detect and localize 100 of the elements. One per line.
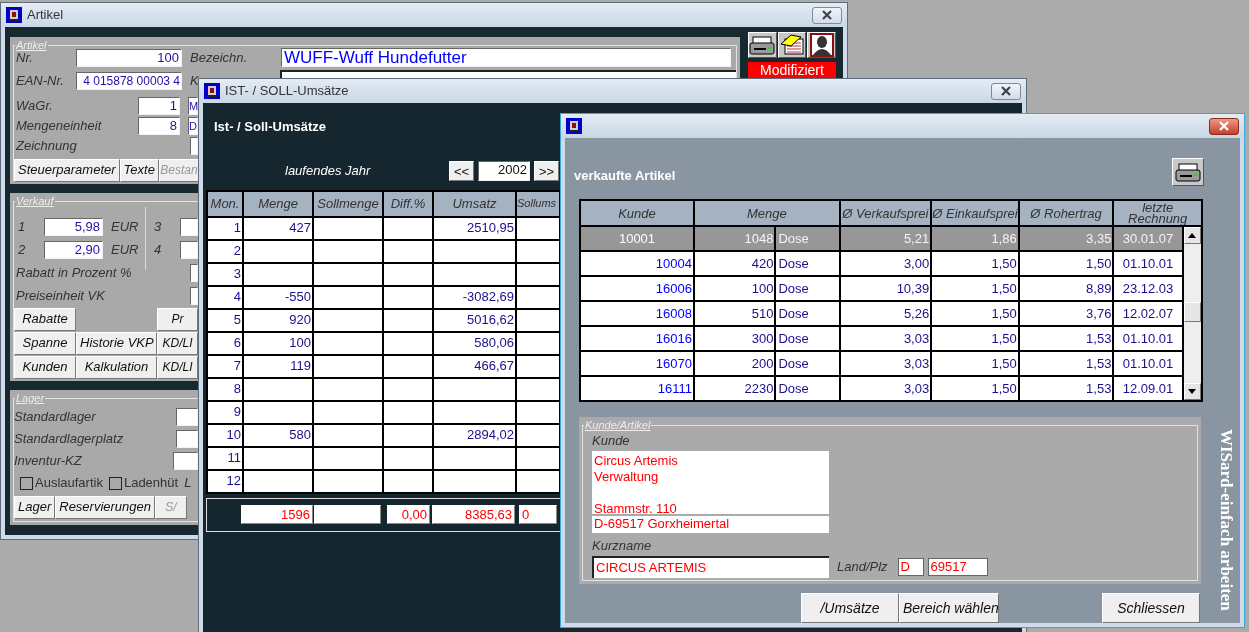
command-button[interactable]: Schliessen xyxy=(1102,593,1200,623)
command-button[interactable]: Steuerparameter xyxy=(14,158,120,182)
app-icon xyxy=(6,7,22,23)
command-button[interactable]: KD/LI xyxy=(157,331,198,355)
city-field[interactable]: D-69517 Gorxheimertal xyxy=(592,515,829,533)
text-field[interactable] xyxy=(176,430,198,448)
number-field[interactable]: 8 xyxy=(138,117,180,135)
table-cell[interactable]: 100 xyxy=(695,277,775,300)
portrait-button[interactable] xyxy=(807,32,836,58)
table-cell[interactable]: 1,53 xyxy=(1019,352,1113,375)
table-cell[interactable]: 1,50 xyxy=(932,352,1018,375)
table-cell[interactable]: 3,03 xyxy=(840,377,931,400)
command-button[interactable]: Kalkulation xyxy=(76,355,157,379)
table-cell[interactable]: 10004 xyxy=(581,252,693,275)
table-cell[interactable]: 3,00 xyxy=(840,252,931,275)
command-button[interactable]: Rabatte xyxy=(14,307,76,331)
table-cell[interactable]: 23.12.03 xyxy=(1114,277,1182,300)
table-cell[interactable]: 12.02.07 xyxy=(1114,302,1182,325)
table-cell[interactable]: 16070 xyxy=(581,352,693,375)
command-button[interactable]: Bereich wählen xyxy=(899,593,999,623)
table-cell[interactable]: 10,39 xyxy=(840,277,931,300)
close-button[interactable] xyxy=(1209,117,1239,135)
command-button[interactable]: Historie VKP xyxy=(76,331,157,355)
close-icon xyxy=(1218,120,1230,132)
scroll-up-button[interactable] xyxy=(1183,227,1201,244)
text-field[interactable] xyxy=(190,263,198,282)
checkbox[interactable] xyxy=(108,476,122,490)
table-cell[interactable]: 300 xyxy=(695,327,775,350)
table-cell[interactable]: 01.10.01 xyxy=(1114,352,1182,375)
command-button[interactable]: KD/LI xyxy=(157,355,198,379)
name-field[interactable]: WUFF-Wuff Hundefutter xyxy=(281,48,731,67)
year-field[interactable]: 2002 xyxy=(478,161,530,181)
table-cell[interactable]: Dose xyxy=(776,377,839,400)
previous-year-button[interactable]: << xyxy=(449,161,474,181)
country-field[interactable]: D xyxy=(897,557,924,576)
short-name-field[interactable]: CIRCUS ARTEMIS xyxy=(592,555,829,578)
table-cell[interactable]: 12.09.01 xyxy=(1114,377,1182,400)
table-cell[interactable]: 510 xyxy=(695,302,775,325)
table-cell[interactable]: 3,03 xyxy=(840,352,931,375)
table-cell[interactable]: 1,50 xyxy=(1019,252,1113,275)
text-field[interactable] xyxy=(173,452,198,470)
price-field[interactable] xyxy=(180,217,198,236)
command-button[interactable]: Reservierungen xyxy=(55,495,156,519)
table-cell[interactable]: 1,50 xyxy=(932,327,1018,350)
scroll-thumb[interactable] xyxy=(1183,302,1201,322)
text-field[interactable] xyxy=(176,408,198,426)
table-cell[interactable]: 16006 xyxy=(581,277,693,300)
table-cell[interactable]: Dose xyxy=(776,252,839,275)
price-field[interactable] xyxy=(180,240,198,259)
barcode-field[interactable]: 4 015878 00003 4 xyxy=(76,71,182,90)
table-cell[interactable]: 1,53 xyxy=(1019,327,1113,350)
checkbox[interactable] xyxy=(20,476,33,490)
short-text-field[interactable] xyxy=(279,70,736,78)
table-cell[interactable]: 3,76 xyxy=(1019,302,1113,325)
table-cell[interactable]: 1,50 xyxy=(932,377,1018,400)
table-cell[interactable]: Dose xyxy=(776,352,839,375)
number-field[interactable]: 100 xyxy=(76,48,182,67)
close-icon xyxy=(821,9,833,21)
command-button[interactable]: Spanne xyxy=(14,331,76,355)
table-cell[interactable]: 16008 xyxy=(581,302,693,325)
table-cell[interactable]: Dose xyxy=(776,277,839,300)
table-cell[interactable]: 1,53 xyxy=(1019,377,1113,400)
close-button[interactable] xyxy=(991,82,1021,100)
text-field[interactable] xyxy=(190,286,198,305)
total-field: 1596 xyxy=(241,505,313,524)
next-year-button[interactable]: >> xyxy=(534,161,559,181)
table-cell xyxy=(384,447,432,469)
table-cell[interactable]: 2230 xyxy=(695,377,775,400)
close-button[interactable] xyxy=(812,6,842,24)
price-field[interactable]: 5,98 xyxy=(44,217,103,236)
command-button[interactable]: /Umsätze xyxy=(801,593,899,623)
table-cell[interactable]: 1,50 xyxy=(932,277,1018,300)
table-cell[interactable]: 3,03 xyxy=(840,327,931,350)
table-cell[interactable]: 420 xyxy=(695,252,775,275)
command-button[interactable]: Pr xyxy=(157,307,198,331)
text-field[interactable] xyxy=(190,137,198,155)
table-cell[interactable]: 01.10.01 xyxy=(1114,252,1182,275)
command-button[interactable]: Texte xyxy=(119,158,159,182)
scrollbar[interactable] xyxy=(1183,227,1201,400)
print-button[interactable] xyxy=(1172,158,1204,186)
postcode-field[interactable]: 69517 xyxy=(927,557,988,576)
command-button[interactable]: Lager xyxy=(14,495,56,519)
command-button[interactable]: Kunden xyxy=(14,355,76,379)
table-cell[interactable]: Dose xyxy=(776,302,839,325)
table-cell[interactable]: 8,89 xyxy=(1019,277,1113,300)
price-field[interactable]: 2,90 xyxy=(44,240,103,259)
number-field[interactable]: 1 xyxy=(138,97,180,115)
table-cell[interactable]: Dose xyxy=(776,327,839,350)
table-cell[interactable]: 200 xyxy=(695,352,775,375)
address-field[interactable]: Circus Artemis Verwaltung Stammstr. 110 xyxy=(592,450,829,514)
printer-icon xyxy=(749,35,776,55)
table-cell[interactable]: 01.10.01 xyxy=(1114,327,1182,350)
table-cell[interactable]: 16111 xyxy=(581,377,693,400)
scroll-down-button[interactable] xyxy=(1183,383,1201,400)
table-cell[interactable]: 16016 xyxy=(581,327,693,350)
notes-button[interactable] xyxy=(777,32,807,58)
table-cell[interactable]: 5,26 xyxy=(840,302,931,325)
print-button[interactable] xyxy=(748,32,777,58)
table-cell[interactable]: 1,50 xyxy=(932,302,1018,325)
table-cell[interactable]: 1,50 xyxy=(932,252,1018,275)
